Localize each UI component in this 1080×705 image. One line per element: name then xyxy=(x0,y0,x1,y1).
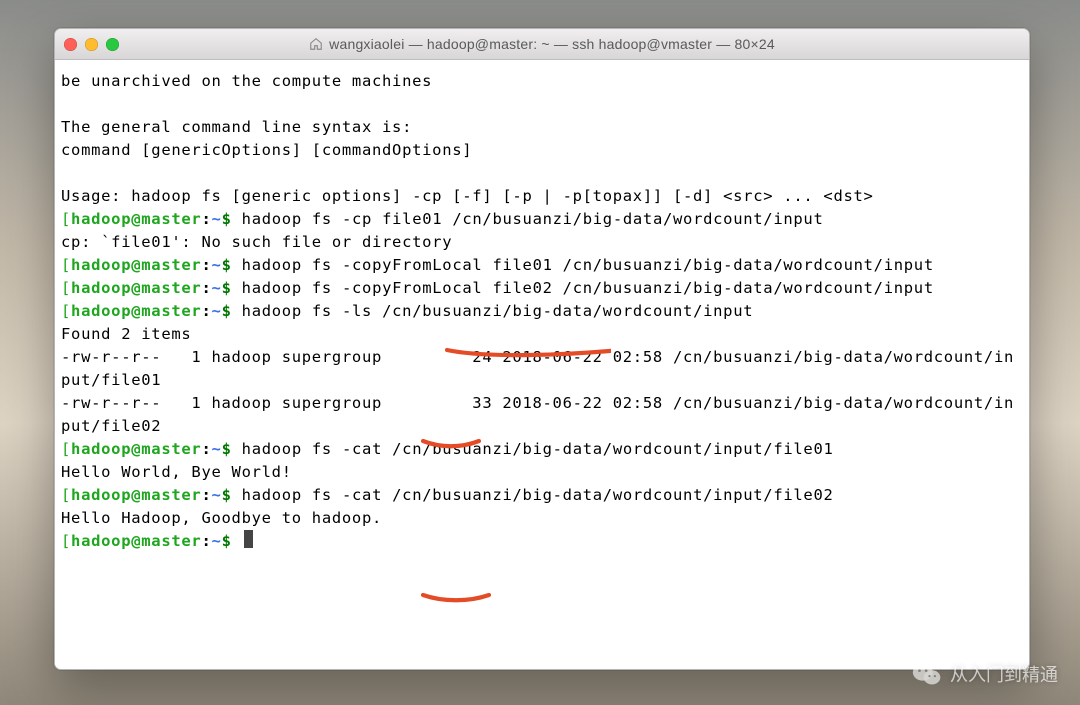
minimize-icon[interactable] xyxy=(85,38,98,51)
zoom-icon[interactable] xyxy=(106,38,119,51)
titlebar[interactable]: wangxiaolei — hadoop@master: ~ — ssh had… xyxy=(55,29,1029,60)
watermark: 从入门到精通 xyxy=(912,661,1058,687)
terminal-window: wangxiaolei — hadoop@master: ~ — ssh had… xyxy=(54,28,1030,670)
window-title: wangxiaolei — hadoop@master: ~ — ssh had… xyxy=(55,36,1029,52)
traffic-lights xyxy=(64,38,119,51)
annotation-underline xyxy=(421,590,491,610)
watermark-text: 从入门到精通 xyxy=(950,661,1058,687)
terminal-body[interactable]: be unarchived on the compute machines Th… xyxy=(55,60,1029,669)
terminal-output[interactable]: be unarchived on the compute machines Th… xyxy=(61,70,1023,553)
home-icon xyxy=(309,37,323,51)
close-icon[interactable] xyxy=(64,38,77,51)
window-title-text: wangxiaolei — hadoop@master: ~ — ssh had… xyxy=(329,36,775,52)
wechat-icon xyxy=(912,661,942,687)
